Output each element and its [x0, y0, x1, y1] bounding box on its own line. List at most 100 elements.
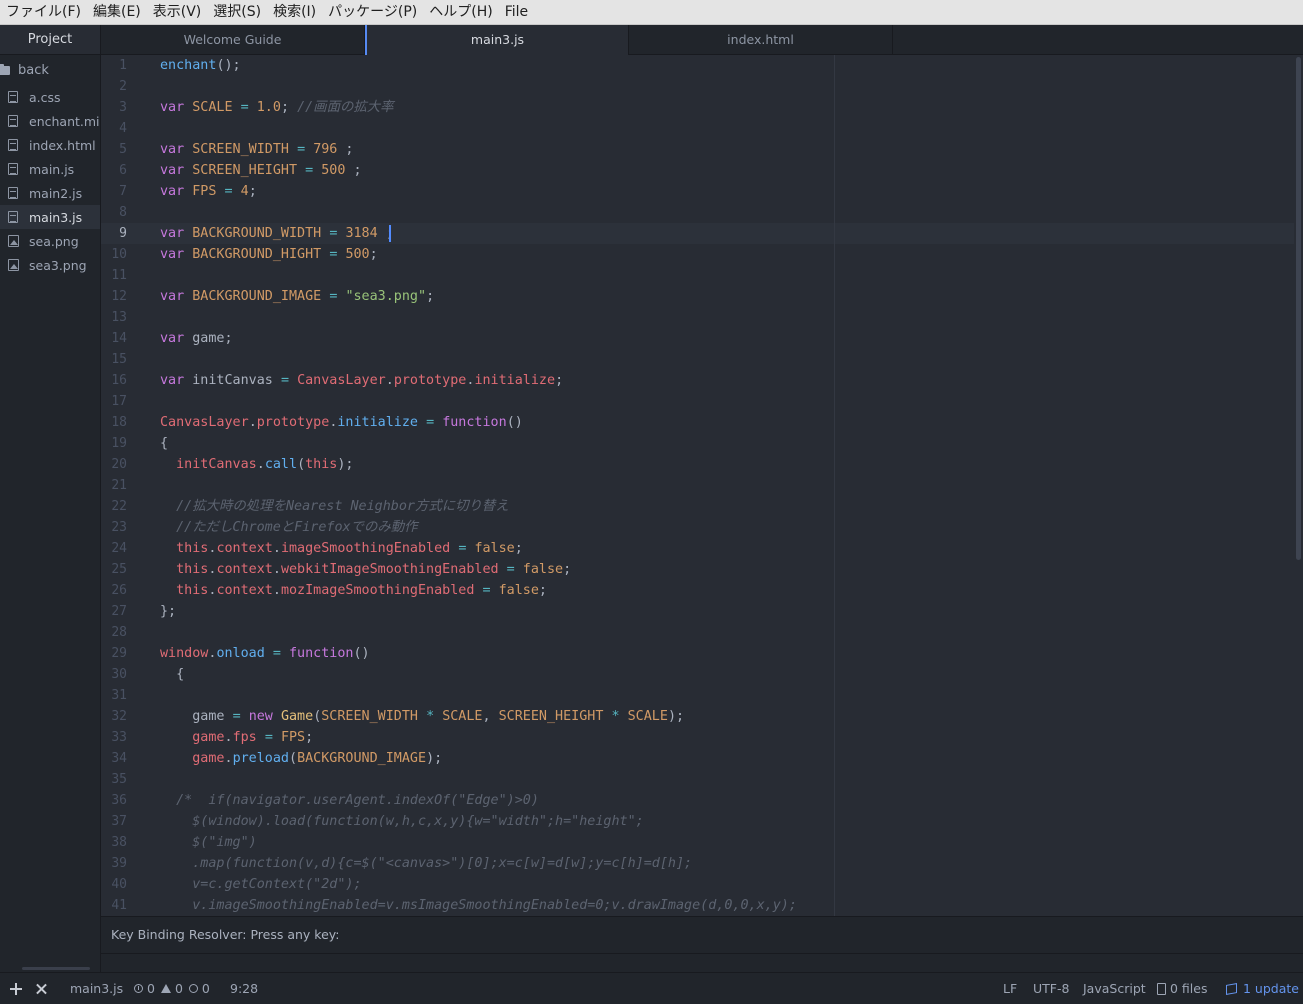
grammar-selector[interactable]: JavaScript	[1083, 973, 1146, 1004]
code-line[interactable]: var initCanvas = CanvasLayer.prototype.i…	[160, 370, 1303, 391]
line-number[interactable]: 15	[101, 349, 151, 370]
line-number[interactable]: 2	[101, 76, 151, 97]
code-line[interactable]: //拡大時の処理をNearest Neighbor方式に切り替え	[160, 496, 1303, 517]
line-number[interactable]: 30	[101, 664, 151, 685]
tree-file-item[interactable]: sea3.png	[0, 253, 100, 277]
code-line[interactable]	[160, 391, 1303, 412]
code-line[interactable]: var SCREEN_WIDTH = 796 ;	[160, 139, 1303, 160]
menu-item-7[interactable]: File	[499, 0, 534, 25]
code-line[interactable]: this.context.webkitImageSmoothingEnabled…	[160, 559, 1303, 580]
line-number[interactable]: 29	[101, 643, 151, 664]
line-number[interactable]: 4	[101, 118, 151, 139]
status-file-name[interactable]: main3.js	[70, 973, 123, 1004]
line-number[interactable]: 19	[101, 433, 151, 454]
code-line[interactable]: this.context.imageSmoothingEnabled = fal…	[160, 538, 1303, 559]
menu-item-3[interactable]: 選択(S)	[207, 0, 267, 25]
line-number[interactable]: 38	[101, 832, 151, 853]
code-line[interactable]	[160, 76, 1303, 97]
code-line[interactable]	[160, 265, 1303, 286]
line-number[interactable]: 40	[101, 874, 151, 895]
menu-item-4[interactable]: 検索(I)	[267, 0, 322, 25]
line-number[interactable]: 31	[101, 685, 151, 706]
code-line[interactable]: var game;	[160, 328, 1303, 349]
code-line[interactable]: var FPS = 4;	[160, 181, 1303, 202]
code-line[interactable]: game = new Game(SCREEN_WIDTH * SCALE, SC…	[160, 706, 1303, 727]
code-line[interactable]: CanvasLayer.prototype.initialize = funct…	[160, 412, 1303, 433]
line-number[interactable]: 22	[101, 496, 151, 517]
tree-file-item[interactable]: main.js	[0, 157, 100, 181]
menu-item-2[interactable]: 表示(V)	[147, 0, 208, 25]
line-number[interactable]: 10	[101, 244, 151, 265]
tree-file-item[interactable]: main2.js	[0, 181, 100, 205]
code-line[interactable]: var BACKGROUND_WIDTH = 3184 ;	[160, 223, 1303, 244]
line-number[interactable]: 23	[101, 517, 151, 538]
tree-file-item[interactable]: main3.js	[0, 205, 100, 229]
line-number-gutter[interactable]: 1 2 3 4 5 6 7 8 9 10 11 12 13 14 15 16 17 18 19 20 21 22 23 24 2…	[101, 55, 151, 916]
code-line[interactable]: };	[160, 601, 1303, 622]
code-line[interactable]	[160, 349, 1303, 370]
line-ending-selector[interactable]: LF	[1003, 973, 1017, 1004]
tree-scrollbar[interactable]	[22, 967, 90, 970]
line-number[interactable]: 14	[101, 328, 151, 349]
code-line[interactable]: $("img")	[160, 832, 1303, 853]
code-line[interactable]: enchant();	[160, 55, 1303, 76]
package-update-status[interactable]: 1 update	[1226, 973, 1299, 1004]
code-line[interactable]: var SCREEN_HEIGHT = 500 ;	[160, 160, 1303, 181]
code-line[interactable]	[160, 769, 1303, 790]
editor-scrollbar-thumb[interactable]	[1296, 57, 1301, 560]
line-number[interactable]: 33	[101, 727, 151, 748]
line-number[interactable]: 18	[101, 412, 151, 433]
line-number[interactable]: 13	[101, 307, 151, 328]
line-number[interactable]: 11	[101, 265, 151, 286]
code-line[interactable]	[160, 202, 1303, 223]
line-number[interactable]: 24	[101, 538, 151, 559]
menu-item-1[interactable]: 編集(E)	[87, 0, 147, 25]
code-line[interactable]: game.preload(BACKGROUND_IMAGE);	[160, 748, 1303, 769]
text-editor[interactable]: 1 2 3 4 5 6 7 8 9 10 11 12 13 14 15 16 17 18 19 20 21 22 23 24 2…	[101, 55, 1303, 916]
menu-item-6[interactable]: ヘルプ(H)	[423, 0, 498, 25]
code-line[interactable]: var BACKGROUND_HIGHT = 500;	[160, 244, 1303, 265]
line-number[interactable]: 25	[101, 559, 151, 580]
code-line[interactable]: //ただしChromeとFirefoxでのみ動作	[160, 517, 1303, 538]
line-number[interactable]: 12	[101, 286, 151, 307]
editor-tab[interactable]: Welcome Guide	[101, 25, 365, 55]
line-number[interactable]: 27	[101, 601, 151, 622]
code-line[interactable]: this.context.mozImageSmoothingEnabled = …	[160, 580, 1303, 601]
code-line[interactable]	[160, 622, 1303, 643]
add-icon[interactable]	[9, 973, 23, 1004]
tree-file-item[interactable]: a.css	[0, 85, 100, 109]
line-number[interactable]: 16	[101, 370, 151, 391]
line-number[interactable]: 35	[101, 769, 151, 790]
tree-file-item[interactable]: enchant.min.js	[0, 109, 100, 133]
line-number[interactable]: 41	[101, 895, 151, 916]
line-number[interactable]: 36	[101, 790, 151, 811]
code-line[interactable]	[160, 475, 1303, 496]
line-number[interactable]: 1	[101, 55, 151, 76]
code-line[interactable]: game.fps = FPS;	[160, 727, 1303, 748]
line-number[interactable]: 5	[101, 139, 151, 160]
code-line[interactable]	[160, 307, 1303, 328]
line-number[interactable]: 28	[101, 622, 151, 643]
editor-tab[interactable]: index.html	[629, 25, 893, 55]
code-line[interactable]: {	[160, 433, 1303, 454]
diagnostics-summary[interactable]: 0 0 0	[134, 973, 210, 1004]
code-line[interactable]: var SCALE = 1.0; //画面の拡大率	[160, 97, 1303, 118]
line-number[interactable]: 32	[101, 706, 151, 727]
code-line[interactable]: {	[160, 664, 1303, 685]
line-number[interactable]: 7	[101, 181, 151, 202]
line-number[interactable]: 39	[101, 853, 151, 874]
editor-tab[interactable]: main3.js	[365, 25, 629, 55]
tree-file-item[interactable]: sea.png	[0, 229, 100, 253]
project-tab[interactable]: Project	[0, 25, 100, 55]
line-number[interactable]: 21	[101, 475, 151, 496]
line-number[interactable]: 17	[101, 391, 151, 412]
encoding-selector[interactable]: UTF-8	[1033, 973, 1069, 1004]
cursor-position[interactable]: 9:28	[230, 973, 258, 1004]
line-number[interactable]: 26	[101, 580, 151, 601]
code-line[interactable]	[160, 685, 1303, 706]
line-number[interactable]: 8	[101, 202, 151, 223]
code-line[interactable]: .map(function(v,d){c=$("<canvas>")[0];x=…	[160, 853, 1303, 874]
menu-item-0[interactable]: ファイル(F)	[0, 0, 87, 25]
line-number[interactable]: 9	[101, 223, 151, 244]
code-line[interactable]: /* if(navigator.userAgent.indexOf("Edge"…	[160, 790, 1303, 811]
